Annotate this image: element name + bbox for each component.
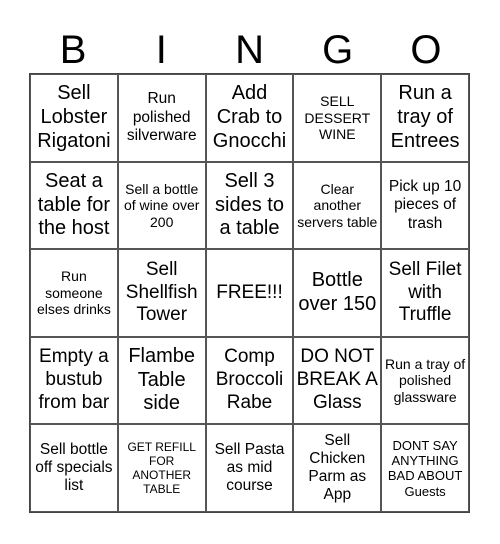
bingo-cell[interactable]: SELL DESSERT WINE bbox=[293, 74, 382, 162]
header-letter-i: I bbox=[155, 28, 167, 72]
bingo-cell[interactable]: Empty a bustub from bar bbox=[30, 336, 118, 425]
bingo-cell[interactable]: Pick up 10 pieces of trash bbox=[381, 161, 469, 250]
header-letter-n: N bbox=[235, 28, 264, 72]
bingo-cell[interactable]: Comp Broccoli Rabe bbox=[205, 336, 294, 425]
bingo-cell[interactable]: Sell bottle off specials list bbox=[30, 424, 118, 512]
bingo-header: B I N G O bbox=[29, 28, 470, 72]
bingo-cell[interactable]: Sell 3 sides to a table bbox=[205, 161, 294, 250]
bingo-cell[interactable]: Add Crab to Gnocchi bbox=[205, 74, 294, 162]
bingo-cell[interactable]: Sell Shellfish Tower bbox=[117, 249, 206, 337]
free-space-cell[interactable]: FREE!!! bbox=[205, 249, 294, 337]
bingo-grid: Sell Lobster Rigatoni Run polished silve… bbox=[29, 73, 470, 513]
bingo-cell[interactable]: Run someone elses drinks bbox=[30, 249, 118, 337]
bingo-cell[interactable]: GET REFILL FOR ANOTHER TABLE bbox=[117, 424, 206, 512]
bingo-cell[interactable]: DONT SAY ANYTHING BAD ABOUT Guests bbox=[381, 424, 469, 512]
bingo-cell[interactable]: Sell Lobster Rigatoni bbox=[30, 74, 118, 162]
bingo-cell[interactable]: Sell Chicken Parm as App bbox=[293, 424, 382, 512]
bingo-cell[interactable]: Sell a bottle of wine over 200 bbox=[117, 161, 206, 250]
header-letter-b: B bbox=[59, 28, 87, 72]
bingo-cell[interactable]: Run a tray of Entrees bbox=[381, 74, 469, 162]
bingo-cell[interactable]: Run a tray of polished glassware bbox=[381, 336, 469, 425]
bingo-cell[interactable]: Run polished silverware bbox=[117, 74, 206, 162]
bingo-cell[interactable]: Sell Pasta as mid course bbox=[205, 424, 294, 512]
bingo-cell[interactable]: Sell Filet with Truffle bbox=[381, 249, 469, 337]
bingo-cell[interactable]: DO NOT BREAK A Glass bbox=[293, 336, 382, 425]
bingo-cell[interactable]: Seat a table for the host bbox=[30, 161, 118, 250]
bingo-cell[interactable]: Bottle over 150 bbox=[293, 249, 382, 337]
bingo-cell[interactable]: Flambe Table side bbox=[117, 336, 206, 425]
header-letter-o: O bbox=[410, 28, 442, 72]
bingo-cell[interactable]: Clear another servers table bbox=[293, 161, 382, 250]
header-letter-g: G bbox=[322, 28, 354, 72]
